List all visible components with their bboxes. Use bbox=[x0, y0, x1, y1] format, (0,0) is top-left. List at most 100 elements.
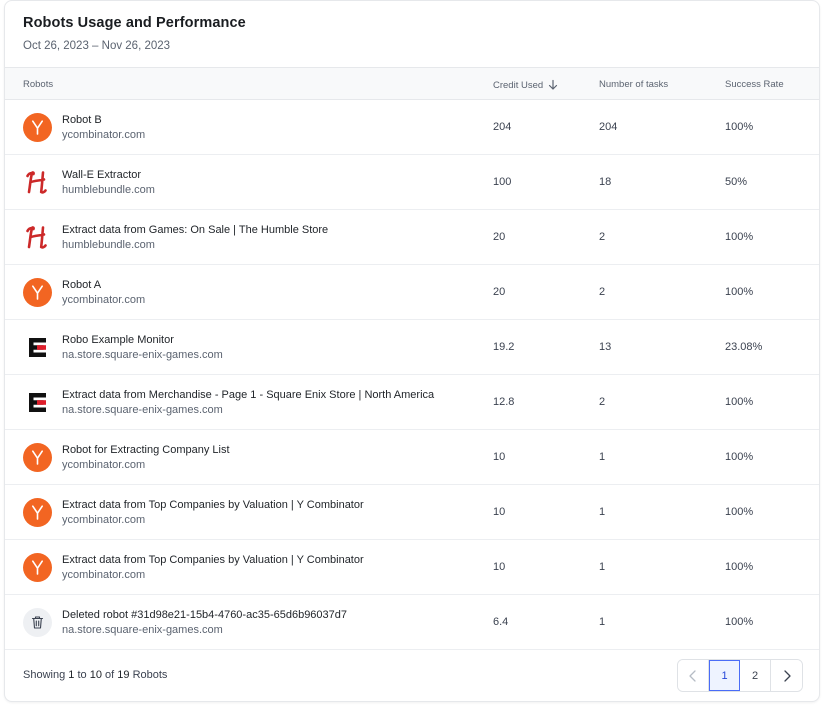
table-row[interactable]: Robot for Extracting Company List ycombi… bbox=[5, 430, 819, 485]
ycombinator-logo-icon bbox=[23, 552, 52, 582]
table-footer: Showing 1 to 10 of 19 Robots 1 2 bbox=[5, 649, 819, 701]
credit-used-cell: 12.8 bbox=[493, 396, 515, 408]
robot-cell: Robot for Extracting Company List ycombi… bbox=[23, 430, 483, 484]
success-rate-cell: 100% bbox=[725, 286, 754, 298]
table-row[interactable]: Extract data from Merchandise - Page 1 -… bbox=[5, 375, 819, 430]
success-rate-cell: 100% bbox=[725, 451, 754, 463]
robot-cell: Robot A ycombinator.com bbox=[23, 265, 483, 319]
trash-icon bbox=[23, 607, 52, 637]
pagination: 1 2 bbox=[677, 659, 803, 692]
robot-cell: Robot B ycombinator.com bbox=[23, 100, 483, 154]
ycombinator-logo-icon bbox=[23, 112, 52, 142]
robot-name[interactable]: Robot for Extracting Company List bbox=[62, 443, 230, 457]
robot-name[interactable]: Extract data from Merchandise - Page 1 -… bbox=[62, 388, 434, 402]
number-of-tasks-cell: 18 bbox=[599, 176, 612, 188]
number-of-tasks-cell: 1 bbox=[599, 616, 606, 628]
square-enix-logo-icon bbox=[23, 388, 52, 417]
square-enix-logo-icon bbox=[23, 333, 52, 362]
chevron-left-icon bbox=[689, 669, 696, 682]
credit-used-cell: 6.4 bbox=[493, 616, 509, 628]
ycombinator-logo-icon bbox=[23, 497, 52, 527]
robot-name[interactable]: Robot A bbox=[62, 278, 145, 292]
credit-used-cell: 10 bbox=[493, 561, 506, 573]
table-row[interactable]: Wall-E Extractor humblebundle.com 100 18… bbox=[5, 155, 819, 210]
robot-domain: humblebundle.com bbox=[62, 238, 155, 251]
arrow-down-icon bbox=[549, 79, 558, 90]
robot-domain: ycombinator.com bbox=[62, 293, 146, 306]
chevron-right-icon bbox=[783, 669, 791, 682]
robot-cell: Extract data from Games: On Sale | The H… bbox=[23, 210, 483, 264]
column-header-success-rate[interactable]: Success Rate bbox=[725, 79, 784, 90]
number-of-tasks-cell: 13 bbox=[599, 341, 612, 353]
robot-domain: ycombinator.com bbox=[62, 568, 146, 581]
robot-domain: na.store.square-enix-games.com bbox=[62, 623, 223, 636]
date-range: Oct 26, 2023 – Nov 26, 2023 bbox=[23, 40, 171, 52]
success-rate-cell: 100% bbox=[725, 121, 754, 133]
humblebundle-logo-icon bbox=[23, 168, 52, 197]
robot-cell: Deleted robot #31d98e21-15b4-4760-ac35-6… bbox=[23, 595, 483, 649]
table-row[interactable]: Robo Example Monitor na.store.square-eni… bbox=[5, 320, 819, 375]
table-row[interactable]: Deleted robot #31d98e21-15b4-4760-ac35-6… bbox=[5, 595, 819, 650]
table-row[interactable]: Extract data from Top Companies by Valua… bbox=[5, 540, 819, 595]
table-row[interactable]: Robot A ycombinator.com 20 2 100% bbox=[5, 265, 819, 320]
credit-used-cell: 10 bbox=[493, 451, 506, 463]
ycombinator-logo-icon bbox=[23, 442, 52, 472]
number-of-tasks-cell: 2 bbox=[599, 286, 606, 298]
robot-domain: na.store.square-enix-games.com bbox=[62, 348, 223, 361]
success-rate-cell: 100% bbox=[725, 616, 754, 628]
success-rate-cell: 100% bbox=[725, 231, 754, 243]
robot-name[interactable]: Robot B bbox=[62, 113, 145, 127]
robot-cell: Wall-E Extractor humblebundle.com bbox=[23, 155, 483, 209]
table-row[interactable]: Robot B ycombinator.com 204 204 100% bbox=[5, 100, 819, 155]
number-of-tasks-cell: 1 bbox=[599, 506, 606, 518]
page-button-1[interactable]: 1 bbox=[709, 660, 740, 691]
credit-used-cell: 19.2 bbox=[493, 341, 515, 353]
humblebundle-logo-icon bbox=[23, 223, 52, 252]
robot-cell: Extract data from Top Companies by Valua… bbox=[23, 485, 483, 539]
robot-domain: humblebundle.com bbox=[62, 183, 155, 196]
credit-used-cell: 20 bbox=[493, 231, 506, 243]
table-row[interactable]: Extract data from Games: On Sale | The H… bbox=[5, 210, 819, 265]
credit-used-cell: 204 bbox=[493, 121, 512, 133]
number-of-tasks-cell: 204 bbox=[599, 121, 618, 133]
number-of-tasks-cell: 1 bbox=[599, 561, 606, 573]
table-header: Robots Credit Used Number of tasks Succe… bbox=[5, 67, 819, 100]
success-rate-cell: 100% bbox=[725, 506, 754, 518]
table-row[interactable]: Extract data from Top Companies by Valua… bbox=[5, 485, 819, 540]
next-page-button[interactable] bbox=[771, 660, 802, 691]
page-button-2[interactable]: 2 bbox=[740, 660, 771, 691]
table-body: Robot B ycombinator.com 204 204 100% Wal… bbox=[5, 100, 819, 650]
robots-usage-card: Robots Usage and Performance Oct 26, 202… bbox=[4, 0, 820, 702]
column-header-credit-used[interactable]: Credit Used bbox=[493, 79, 559, 91]
number-of-tasks-cell: 1 bbox=[599, 451, 606, 463]
card-header: Robots Usage and Performance Oct 26, 202… bbox=[5, 1, 819, 67]
robot-domain: ycombinator.com bbox=[62, 458, 146, 471]
success-rate-cell: 50% bbox=[725, 176, 748, 188]
success-rate-cell: 23.08% bbox=[725, 341, 763, 353]
robot-name[interactable]: Wall-E Extractor bbox=[62, 168, 155, 182]
robot-cell: Extract data from Merchandise - Page 1 -… bbox=[23, 375, 483, 429]
success-rate-cell: 100% bbox=[725, 561, 754, 573]
robot-domain: na.store.square-enix-games.com bbox=[62, 403, 223, 416]
robot-domain: ycombinator.com bbox=[62, 513, 146, 526]
robot-name[interactable]: Extract data from Top Companies by Valua… bbox=[62, 498, 364, 512]
card-title: Robots Usage and Performance bbox=[23, 15, 246, 31]
robot-name[interactable]: Deleted robot #31d98e21-15b4-4760-ac35-6… bbox=[62, 608, 347, 622]
column-header-number-of-tasks[interactable]: Number of tasks bbox=[599, 79, 668, 90]
robot-name[interactable]: Robo Example Monitor bbox=[62, 333, 223, 347]
robot-domain: ycombinator.com bbox=[62, 128, 146, 141]
pagination-summary: Showing 1 to 10 of 19 Robots bbox=[23, 669, 168, 681]
robot-cell: Extract data from Top Companies by Valua… bbox=[23, 540, 483, 594]
robot-name[interactable]: Extract data from Games: On Sale | The H… bbox=[62, 223, 328, 237]
credit-used-cell: 20 bbox=[493, 286, 506, 298]
credit-used-cell: 100 bbox=[493, 176, 512, 188]
success-rate-cell: 100% bbox=[725, 396, 754, 408]
ycombinator-logo-icon bbox=[23, 277, 52, 307]
column-header-robots[interactable]: Robots bbox=[23, 79, 53, 90]
credit-used-cell: 10 bbox=[493, 506, 506, 518]
number-of-tasks-cell: 2 bbox=[599, 396, 606, 408]
number-of-tasks-cell: 2 bbox=[599, 231, 606, 243]
robot-name[interactable]: Extract data from Top Companies by Valua… bbox=[62, 553, 364, 567]
prev-page-button[interactable] bbox=[678, 660, 709, 691]
robot-cell: Robo Example Monitor na.store.square-eni… bbox=[23, 320, 483, 374]
